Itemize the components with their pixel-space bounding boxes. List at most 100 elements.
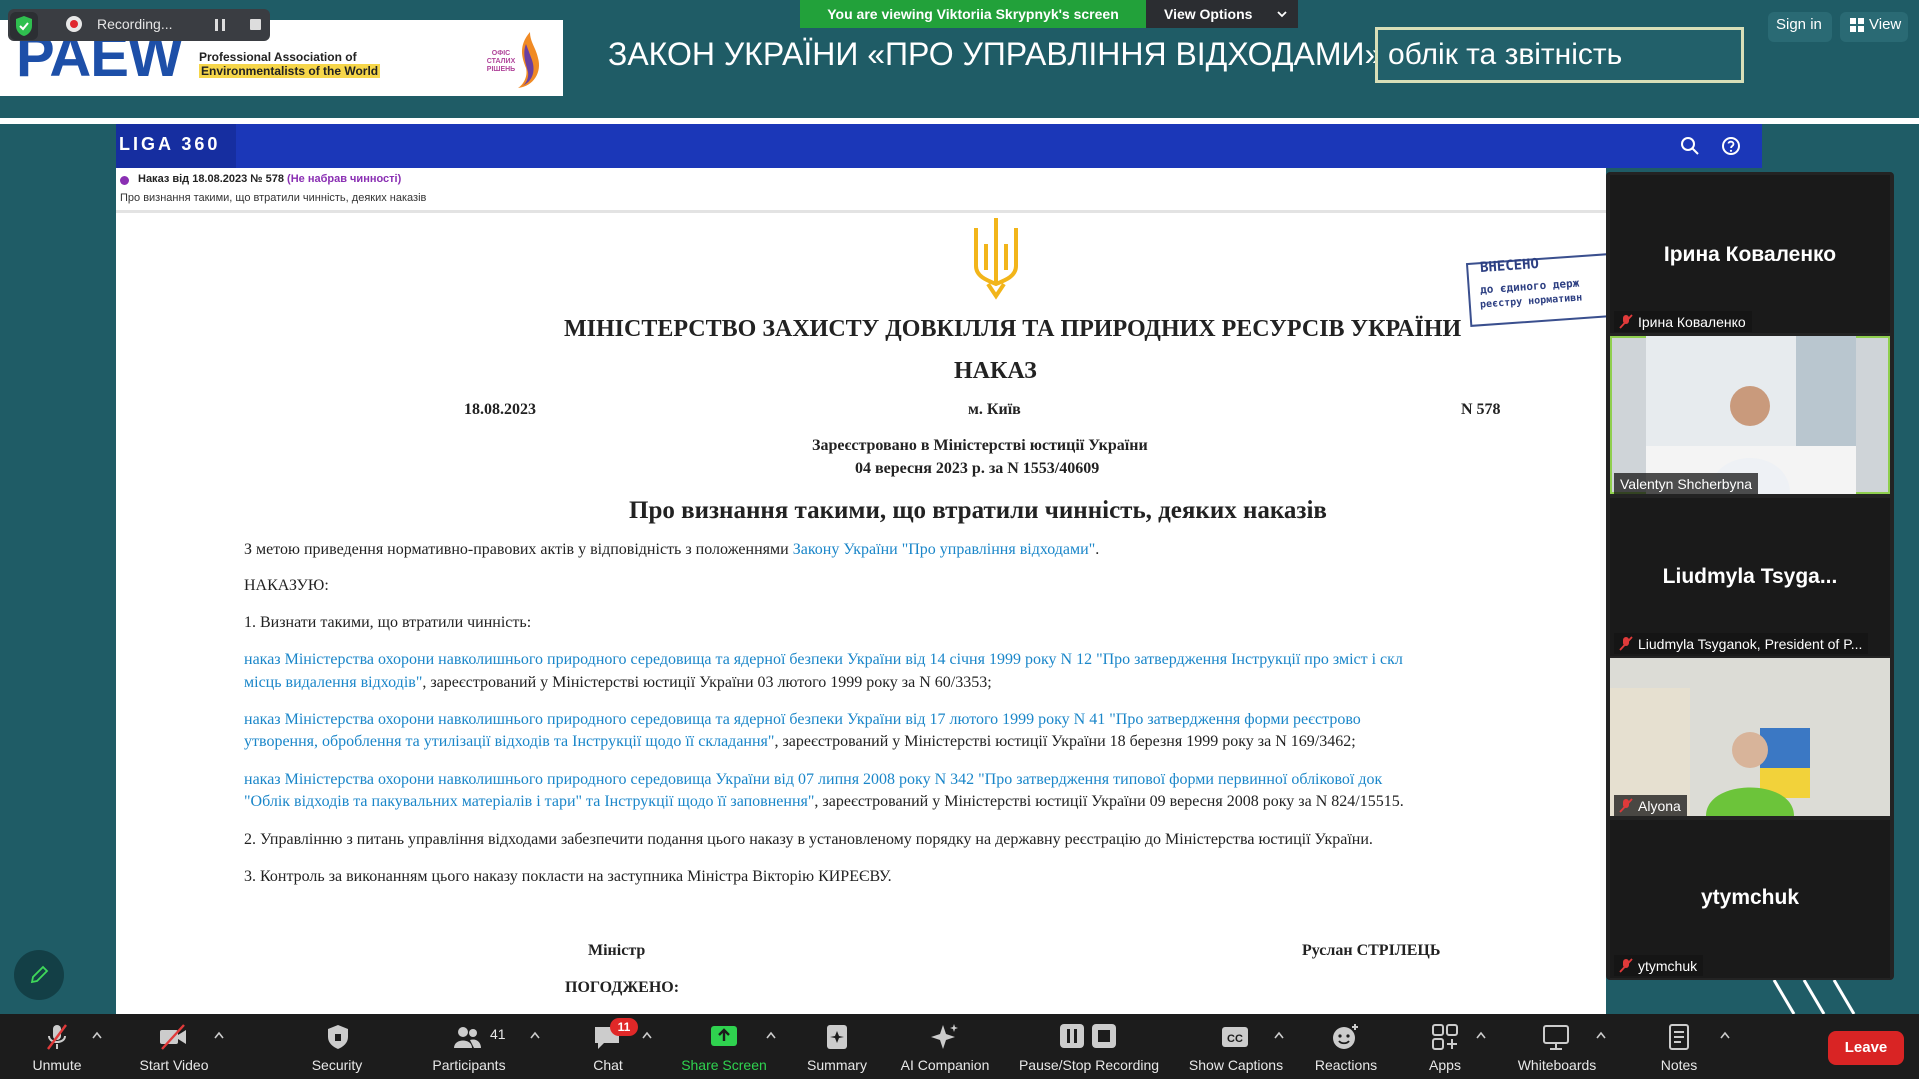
ukraine-trident-icon [974,218,1018,300]
participant-name: Valentyn Shcherbyna [1620,476,1753,492]
order-a-line-2: місць видалення відходів", зареєстровани… [244,674,992,692]
ai-companion-button[interactable]: AI Companion [892,1057,998,1073]
security-button[interactable]: Security [297,1057,377,1073]
mic-off-icon [1619,314,1633,329]
participant-name: ytymchuk [1638,958,1698,974]
unmute-button[interactable]: Unmute [22,1057,92,1073]
order-b-line-2: утворення, оброблення та утилізації відх… [244,733,1606,751]
chevron-up-icon[interactable] [530,1031,540,1039]
chevron-down-icon[interactable] [1276,8,1288,20]
reactions-smiley-icon[interactable] [1330,1022,1360,1052]
whiteboard-icon[interactable] [1541,1022,1571,1052]
law-link[interactable]: Закону України "Про управління відходами… [793,541,1096,558]
participants-count: 41 [490,1026,506,1042]
order-b-line-1: наказ Міністерства охорони навколишнього… [244,711,1606,729]
order-type-title: НАКАЗ [954,358,1037,384]
chat-button[interactable]: Chat [578,1057,638,1073]
summary-button[interactable]: Summary [796,1057,878,1073]
pencil-icon[interactable] [28,964,50,986]
share-screen-icon[interactable] [709,1022,739,1052]
order-b-registration: , зареєстрований у Міністерстві юстиції … [774,733,1356,750]
participant-video-man [1646,336,1856,494]
order-status-dot [120,176,129,185]
participant-name: Ірина Коваленко [1638,314,1746,330]
document-date: 18.08.2023 [464,401,536,418]
leave-label[interactable]: Leave [1828,1039,1904,1056]
share-screen-button[interactable]: Share Screen [672,1057,776,1073]
order-c-line-2: "Облік відходів та пакувальних матеріалі… [244,793,1606,811]
participant-2-label: Valentyn Shcherbyna [1614,473,1759,494]
view-label[interactable]: View [1869,16,1901,33]
liga-header-bar [116,124,1762,168]
order-c-line-1: наказ Міністерства охорони навколишнього… [244,771,1606,789]
mic-off-icon [1619,636,1633,651]
notes-icon[interactable] [1664,1022,1694,1052]
ai-sparkle-icon[interactable] [930,1022,960,1052]
order-title: Наказ від 18.08.2023 № 578 [138,173,284,185]
agreed-label: ПОГОДЖЕНО: [565,979,680,996]
chevron-up-icon[interactable] [1720,1031,1730,1039]
participant-4-label: Alyona [1614,795,1687,816]
order-description: Про визнання такими, що втратили чинніст… [120,192,427,204]
participant-3-big-name: Liudmyla Tsyga... [1662,565,1838,588]
participant-5-big-name: ytymchuk [1700,886,1800,909]
viewing-screen-text: You are viewing Viktoriia Skrypnyk's scr… [827,6,1119,22]
document-heading: Про визнання такими, що втратили чинніст… [629,497,1327,524]
liga-brand[interactable]: LIGA 360 [119,134,220,155]
order-title-line: Наказ від 18.08.2023 № 578 (Не набрав чи… [138,173,401,185]
order-b-link[interactable]: наказ Міністерства охорони навколишнього… [244,711,1361,728]
participants-icon[interactable] [452,1022,482,1052]
captions-icon[interactable]: CC [1220,1022,1250,1052]
sign-in-label[interactable]: Sign in [1776,16,1822,33]
mic-off-icon [1619,798,1633,813]
recording-label: Recording... [97,16,173,32]
document-city: м. Київ [968,401,1021,418]
notes-button[interactable]: Notes [1650,1057,1708,1073]
chat-unread-badge: 11 [610,1018,638,1036]
grid-view-icon[interactable] [1850,18,1864,32]
microphone-muted-icon[interactable] [42,1022,72,1052]
chevron-up-icon[interactable] [92,1031,102,1039]
chevron-up-icon[interactable] [642,1031,652,1039]
chevron-up-icon[interactable] [1596,1031,1606,1039]
chevron-up-icon[interactable] [1476,1031,1486,1039]
order-c-registration: , зареєстрований у Міністерстві юстиції … [814,793,1404,810]
apps-button[interactable]: Apps [1420,1057,1470,1073]
registration-line-2: 04 вересня 2023 р. за N 1553/40609 [855,460,1100,477]
order-c-link[interactable]: наказ Міністерства охорони навколишнього… [244,771,1382,788]
pause-stop-recording-icon[interactable] [1058,1022,1120,1050]
participant-1-label: Ірина Коваленко [1614,311,1752,332]
stop-recording-icon[interactable] [250,19,261,30]
order-a-link-cont[interactable]: місць видалення відходів" [244,674,422,691]
help-icon[interactable] [1721,136,1741,156]
order-a-registration: , зареєстрований у Міністерстві юстиції … [422,674,992,691]
pause-recording-icon[interactable] [214,18,226,32]
view-options-label[interactable]: View Options [1164,6,1252,22]
video-off-icon[interactable] [158,1022,188,1052]
whiteboards-button[interactable]: Whiteboards [1508,1057,1606,1073]
search-icon[interactable] [1680,136,1700,156]
apps-icon[interactable] [1430,1022,1460,1052]
nakazuyu-paragraph: НАКАЗУЮ: [244,577,329,594]
participant-3-label: Liudmyla Tsyganok, President of P... [1614,633,1869,654]
order-b-link-cont[interactable]: утворення, оброблення та утилізації відх… [244,733,774,750]
security-shield-icon[interactable] [323,1022,353,1052]
reactions-button[interactable]: Reactions [1304,1057,1388,1073]
paew-logo-subtitle: Professional Association of Environmenta… [199,50,381,78]
participant-5-label: ytymchuk [1614,955,1704,976]
chevron-up-icon[interactable] [766,1031,776,1039]
show-captions-button[interactable]: Show Captions [1180,1057,1292,1073]
order-a-link[interactable]: наказ Міністерства охорони навколишнього… [244,651,1403,668]
summary-icon[interactable] [822,1022,852,1052]
security-shield-icon[interactable] [10,12,38,40]
order-a-line-1: наказ Міністерства охорони навколишнього… [244,651,1606,669]
chevron-up-icon[interactable] [1274,1031,1284,1039]
chevron-up-icon[interactable] [214,1031,224,1039]
participants-button[interactable]: Participants [420,1057,518,1073]
document-number: N 578 [1461,401,1501,418]
pause-stop-recording-button[interactable]: Pause/Stop Recording [1010,1057,1168,1073]
order-c-link-cont[interactable]: "Облік відходів та пакувальних матеріалі… [244,793,814,810]
start-video-button[interactable]: Start Video [128,1057,220,1073]
participant-video-woman [1610,658,1890,816]
participant-name: Alyona [1638,798,1681,814]
